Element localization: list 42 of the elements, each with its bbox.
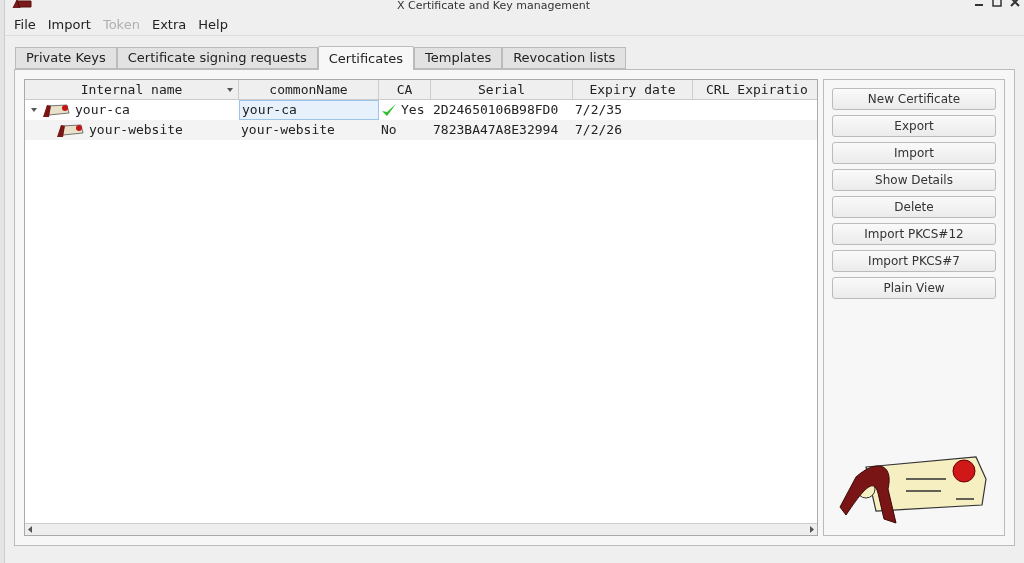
action-button[interactable]: Show Details xyxy=(832,169,996,191)
column-header[interactable]: Serial xyxy=(431,80,573,99)
action-button[interactable]: Delete xyxy=(832,196,996,218)
menu-item[interactable]: Import xyxy=(47,14,91,35)
expand-arrow-icon[interactable] xyxy=(31,108,37,112)
maximize-icon[interactable] xyxy=(992,0,1002,7)
table-cell-text: 7/2/26 xyxy=(574,121,622,140)
action-button[interactable]: Import PKCS#12 xyxy=(832,223,996,245)
tab[interactable]: Certificate signing requests xyxy=(116,47,318,69)
table-cell-text: Yes xyxy=(401,101,425,120)
tab[interactable]: Templates xyxy=(414,47,503,69)
column-header[interactable]: Internal name xyxy=(25,80,239,99)
close-icon[interactable] xyxy=(1010,0,1020,7)
window-title: X Certificate and Key management xyxy=(397,0,590,12)
action-button[interactable]: Import PKCS#7 xyxy=(832,250,996,272)
action-button[interactable]: Plain View xyxy=(832,277,996,299)
table-cell-text: 2D24650106B98FD0 xyxy=(432,101,560,120)
column-header[interactable]: CRL Expiratio xyxy=(693,80,817,99)
action-button[interactable]: New Certificate xyxy=(832,88,996,110)
menu-item[interactable]: Help xyxy=(198,14,228,35)
menu-item[interactable]: Extra xyxy=(151,14,187,35)
table-cell-text: 7/2/35 xyxy=(574,101,622,120)
action-button[interactable]: Import xyxy=(832,142,996,164)
tab[interactable]: Private Keys xyxy=(15,47,117,69)
table-cell-text: your-website xyxy=(89,121,183,140)
sort-caret-icon xyxy=(227,88,233,92)
table-cell[interactable]: your-website xyxy=(239,120,379,140)
horizontal-scrollbar[interactable] xyxy=(25,523,817,535)
table-cell[interactable]: your-ca xyxy=(239,100,379,120)
tab[interactable]: Certificates xyxy=(317,46,415,70)
table-cell-text: your-ca xyxy=(75,101,130,120)
action-button[interactable]: Export xyxy=(832,115,996,137)
menu-item[interactable]: File xyxy=(14,14,36,35)
tab[interactable]: Revocation lists xyxy=(502,47,627,69)
column-header[interactable]: CA xyxy=(379,80,431,99)
app-logo-icon xyxy=(11,0,33,8)
column-header[interactable]: Expiry date xyxy=(573,80,693,99)
certificate-icon xyxy=(41,103,71,117)
table-cell-text: 7823BA47A8E32994 xyxy=(432,121,560,140)
certificate-icon xyxy=(55,123,85,137)
table-cell-text: No xyxy=(381,121,397,140)
column-header[interactable]: commonName xyxy=(239,80,379,99)
